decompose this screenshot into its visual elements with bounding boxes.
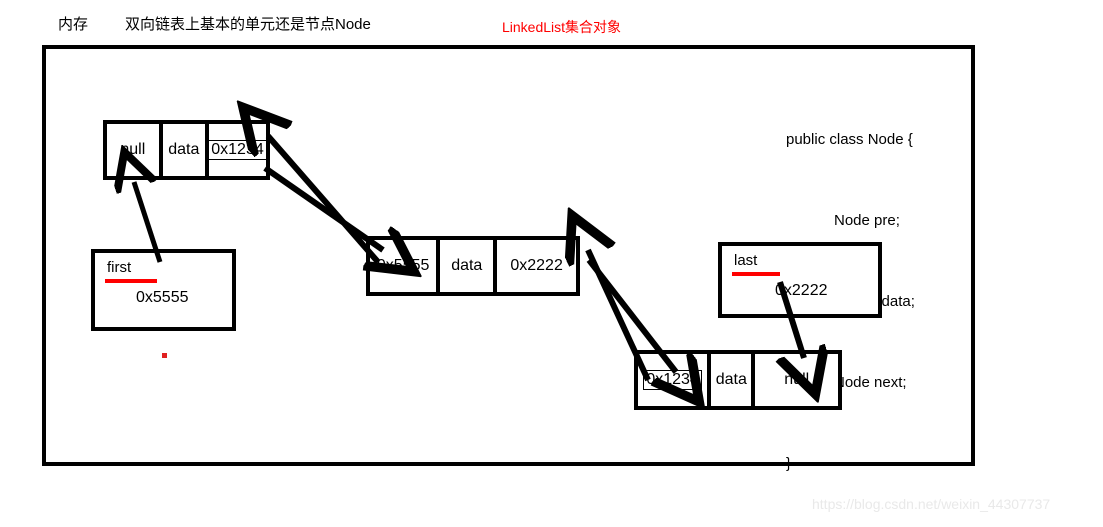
node-cell-text: data [168,141,200,158]
diagram-canvas: 内存 双向链表上基本的单元还是节点Node LinkedList集合对象 pub… [0,0,1103,527]
node-box: null data 0x1234 [103,120,270,180]
node-cell-text: 0x2222 [510,257,563,274]
node-cell-text: null [120,141,146,158]
last-pointer-underline [732,272,780,276]
first-pointer-value: 0x5555 [136,289,189,306]
node-cell-text: data [715,371,747,388]
node-cell-next: null [755,354,838,406]
diagram-subtitle: 双向链表上基本的单元还是节点Node [125,16,371,33]
node-cell-data: data [440,240,498,292]
node-cell-pre: null [107,124,163,176]
node-box: 0x1234 data null [634,350,842,410]
memory-label: 内存 [58,16,89,33]
code-line-4: } [786,455,792,472]
red-annotation-dot [162,353,167,358]
last-pointer-label: last [734,252,758,269]
node-cell-text: data [451,257,483,274]
node-cell-data: data [162,124,209,176]
node-cell-text: 0x5555 [376,257,430,274]
node-cell-text: 0x1234 [208,139,267,161]
code-line-1: Node pre; [834,212,900,229]
node-box: 0x5555 data 0x2222 [366,236,580,296]
node-cell-next: 0x2222 [497,240,576,292]
node-cell-next: 0x1234 [208,124,267,176]
linkedlist-collection-label: LinkedList集合对象 [502,19,622,35]
node-cell-data: data [711,354,756,406]
node-cell-pre: 0x1234 [638,354,712,406]
last-pointer-value: 0x2222 [775,282,828,299]
last-pointer-box: last 0x2222 [718,242,882,318]
node-cell-text: null [784,371,810,388]
first-pointer-label: first [107,259,132,276]
node-cell-text: 0x1234 [643,369,702,391]
first-pointer-box: first 0x5555 [91,249,236,331]
first-pointer-underline [105,279,157,283]
node-cell-pre: 0x5555 [370,240,441,292]
code-line-0: public class Node { [786,131,913,148]
site-watermark: https://blog.csdn.net/weixin_44307737 [812,496,1051,512]
